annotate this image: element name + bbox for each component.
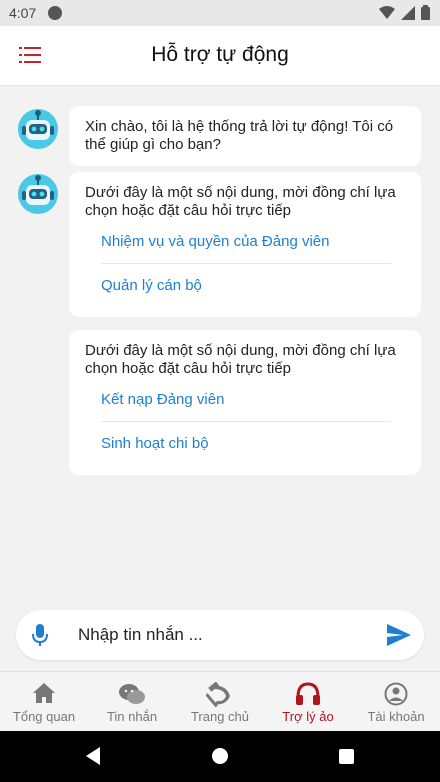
option-link[interactable]: Quản lý cán bộ	[85, 264, 405, 307]
signal-icon	[401, 5, 415, 20]
tab-tin-nhan[interactable]: Tin nhắn	[88, 672, 176, 731]
home-icon	[33, 683, 55, 703]
account-icon	[384, 682, 408, 706]
headphones-icon	[296, 682, 320, 705]
message-composer	[16, 610, 424, 660]
status-icons	[379, 5, 430, 20]
tab-tai-khoan[interactable]: Tài khoản	[352, 672, 440, 731]
hammer-sickle-icon	[206, 682, 230, 708]
bot-avatar-icon	[18, 174, 58, 214]
system-nav-bar	[0, 731, 440, 782]
tab-tro-ly-ao[interactable]: Trợ lý ảo	[264, 672, 352, 731]
tab-label: Tài khoản	[367, 709, 425, 724]
option-link[interactable]: Kết nạp Đảng viên	[85, 378, 405, 421]
home-button-icon[interactable]	[212, 748, 228, 764]
chat-icon	[119, 684, 145, 704]
message-text: Dưới đây là một số nội dung, mời đồng ch…	[85, 342, 396, 377]
tab-label: Trợ lý ảo	[282, 709, 334, 724]
tab-trang-chu[interactable]: Trang chủ	[176, 672, 264, 731]
message-text: Xin chào, tôi là hệ thống trả lời tự độn…	[85, 118, 394, 153]
tab-tong-quan[interactable]: Tổng quan	[0, 672, 88, 731]
tab-label: Trang chủ	[190, 709, 250, 724]
bot-message: Dưới đây là một số nội dung, mời đồng ch…	[69, 330, 421, 475]
app-bar: Hỗ trợ tự động	[0, 26, 440, 86]
cast-icon	[48, 6, 62, 20]
microphone-icon[interactable]	[28, 622, 52, 648]
bottom-tab-bar: Tổng quan Tin nhắn Trang chủ Trợ lý ảo T…	[0, 671, 440, 731]
option-link[interactable]: Sinh hoạt chi bộ	[85, 422, 405, 465]
status-time: 4:07	[9, 5, 37, 21]
bot-message: Dưới đây là một số nội dung, mời đồng ch…	[69, 172, 421, 317]
option-link[interactable]: Nhiệm vụ và quyền của Đảng viên	[85, 220, 405, 263]
page-title: Hỗ trợ tự động	[151, 43, 289, 66]
recents-icon[interactable]	[339, 749, 354, 764]
message-input[interactable]	[78, 622, 368, 648]
tab-label: Tin nhắn	[106, 709, 158, 724]
send-icon[interactable]	[386, 623, 412, 647]
message-text: Dưới đây là một số nội dung, mời đồng ch…	[85, 184, 396, 219]
status-bar: 4:07	[0, 0, 440, 26]
wifi-icon	[379, 5, 395, 19]
back-icon[interactable]	[86, 747, 100, 765]
chat-list: Xin chào, tôi là hệ thống trả lời tự độn…	[0, 86, 440, 608]
battery-icon	[421, 5, 430, 20]
bot-message: Xin chào, tôi là hệ thống trả lời tự độn…	[69, 106, 421, 166]
tab-label: Tổng quan	[12, 709, 76, 724]
bot-avatar-icon	[18, 109, 58, 149]
